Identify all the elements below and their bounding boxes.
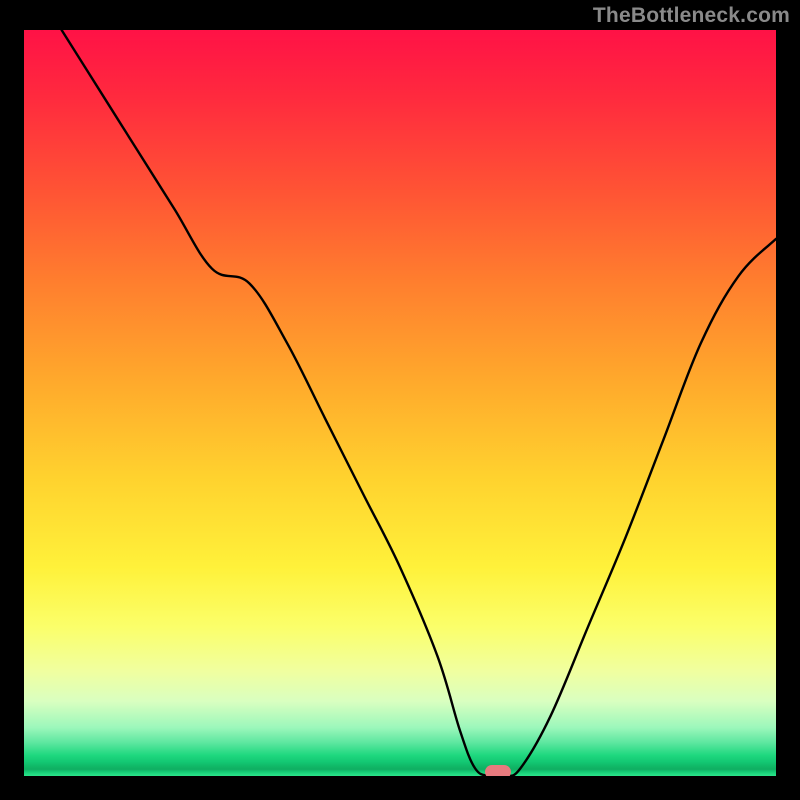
- curve-path: [62, 30, 776, 776]
- optimal-marker: [485, 765, 511, 776]
- plot-area: [24, 30, 776, 776]
- bottleneck-curve: [24, 30, 776, 776]
- attribution-text: TheBottleneck.com: [593, 4, 790, 28]
- chart-frame: TheBottleneck.com: [0, 0, 800, 800]
